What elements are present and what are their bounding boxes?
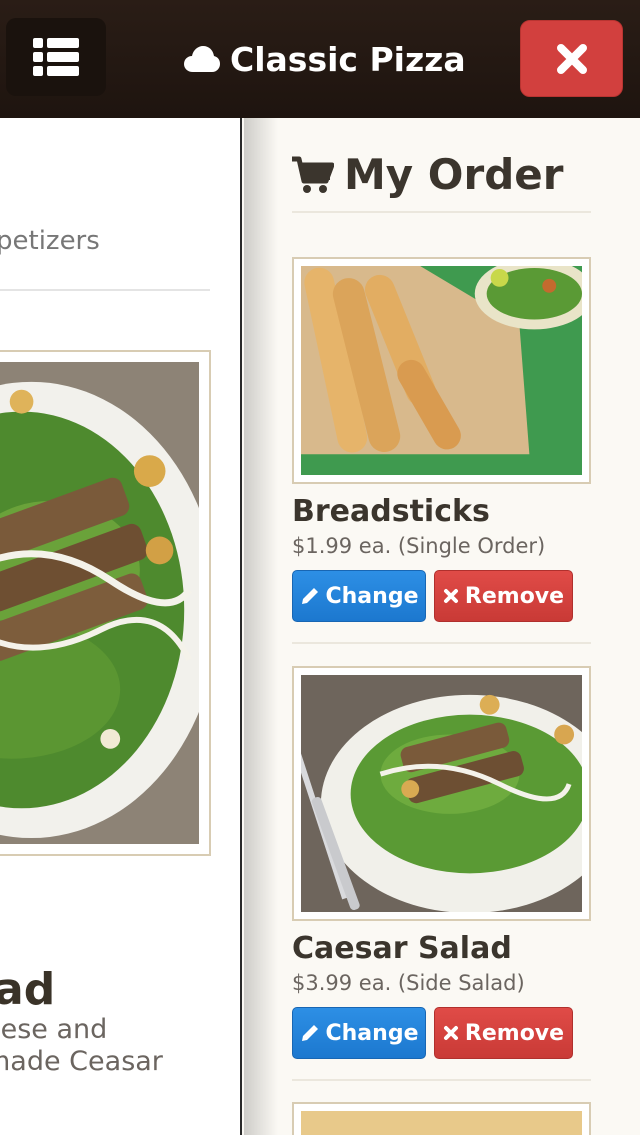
order-item-name: Caesar Salad	[292, 931, 512, 966]
menu-item-photo[interactable]	[0, 350, 219, 856]
order-item-actions: Change Remove	[292, 570, 592, 622]
change-label: Change	[325, 583, 419, 609]
order-item-name: Breadsticks	[292, 494, 490, 529]
list-icon	[33, 38, 79, 76]
cloud-icon	[184, 46, 220, 72]
menu-item-title: ad	[0, 964, 56, 1015]
breadsticks-image	[301, 258, 594, 475]
pencil-icon	[301, 588, 318, 604]
panel-shadow	[244, 118, 278, 1135]
menu-item-description: eese and made Ceasar	[0, 1014, 163, 1077]
order-item: Caesar Salad $3.99 ea. (Side Salad) Chan…	[283, 666, 619, 1081]
close-icon	[443, 1026, 458, 1040]
order-item-photo[interactable]	[283, 666, 619, 921]
order-heading: My Order	[292, 150, 563, 199]
brand-name: Classic Pizza	[230, 39, 466, 79]
category-breadcrumb[interactable]: petizers	[0, 226, 100, 256]
top-bar: Classic Pizza	[0, 0, 640, 118]
main-content: petizers ad eese and made Ceasar	[0, 118, 242, 1135]
cart-icon	[292, 156, 334, 193]
order-item: Breadsticks $1.99 ea. (Single Order) Cha…	[292, 257, 594, 644]
remove-label: Remove	[464, 583, 565, 609]
caesar-salad-image	[283, 675, 619, 913]
order-item-actions: Change Remove	[292, 1007, 592, 1059]
salad-image	[0, 362, 219, 844]
change-button[interactable]: Change	[292, 570, 426, 622]
divider	[0, 289, 210, 291]
order-item-photo[interactable]	[292, 257, 594, 484]
remove-button[interactable]: Remove	[434, 570, 573, 622]
change-button[interactable]: Change	[292, 1007, 426, 1059]
close-icon	[556, 43, 587, 74]
order-item-price: $3.99 ea. (Side Salad)	[292, 971, 525, 995]
change-label: Change	[325, 1020, 419, 1046]
divider	[292, 1079, 591, 1081]
order-item-price: $1.99 ea. (Single Order)	[292, 534, 546, 558]
order-title: My Order	[344, 150, 564, 199]
menu-button[interactable]	[6, 18, 106, 96]
divider	[292, 211, 591, 213]
remove-button[interactable]: Remove	[434, 1007, 573, 1059]
close-button[interactable]	[520, 20, 623, 97]
remove-label: Remove	[464, 1020, 565, 1046]
food-image	[301, 1111, 582, 1135]
close-icon	[443, 589, 458, 603]
pencil-icon	[301, 1025, 318, 1041]
brand[interactable]: Classic Pizza	[184, 36, 466, 82]
divider	[292, 642, 591, 644]
order-item-photo[interactable]	[292, 1102, 591, 1135]
